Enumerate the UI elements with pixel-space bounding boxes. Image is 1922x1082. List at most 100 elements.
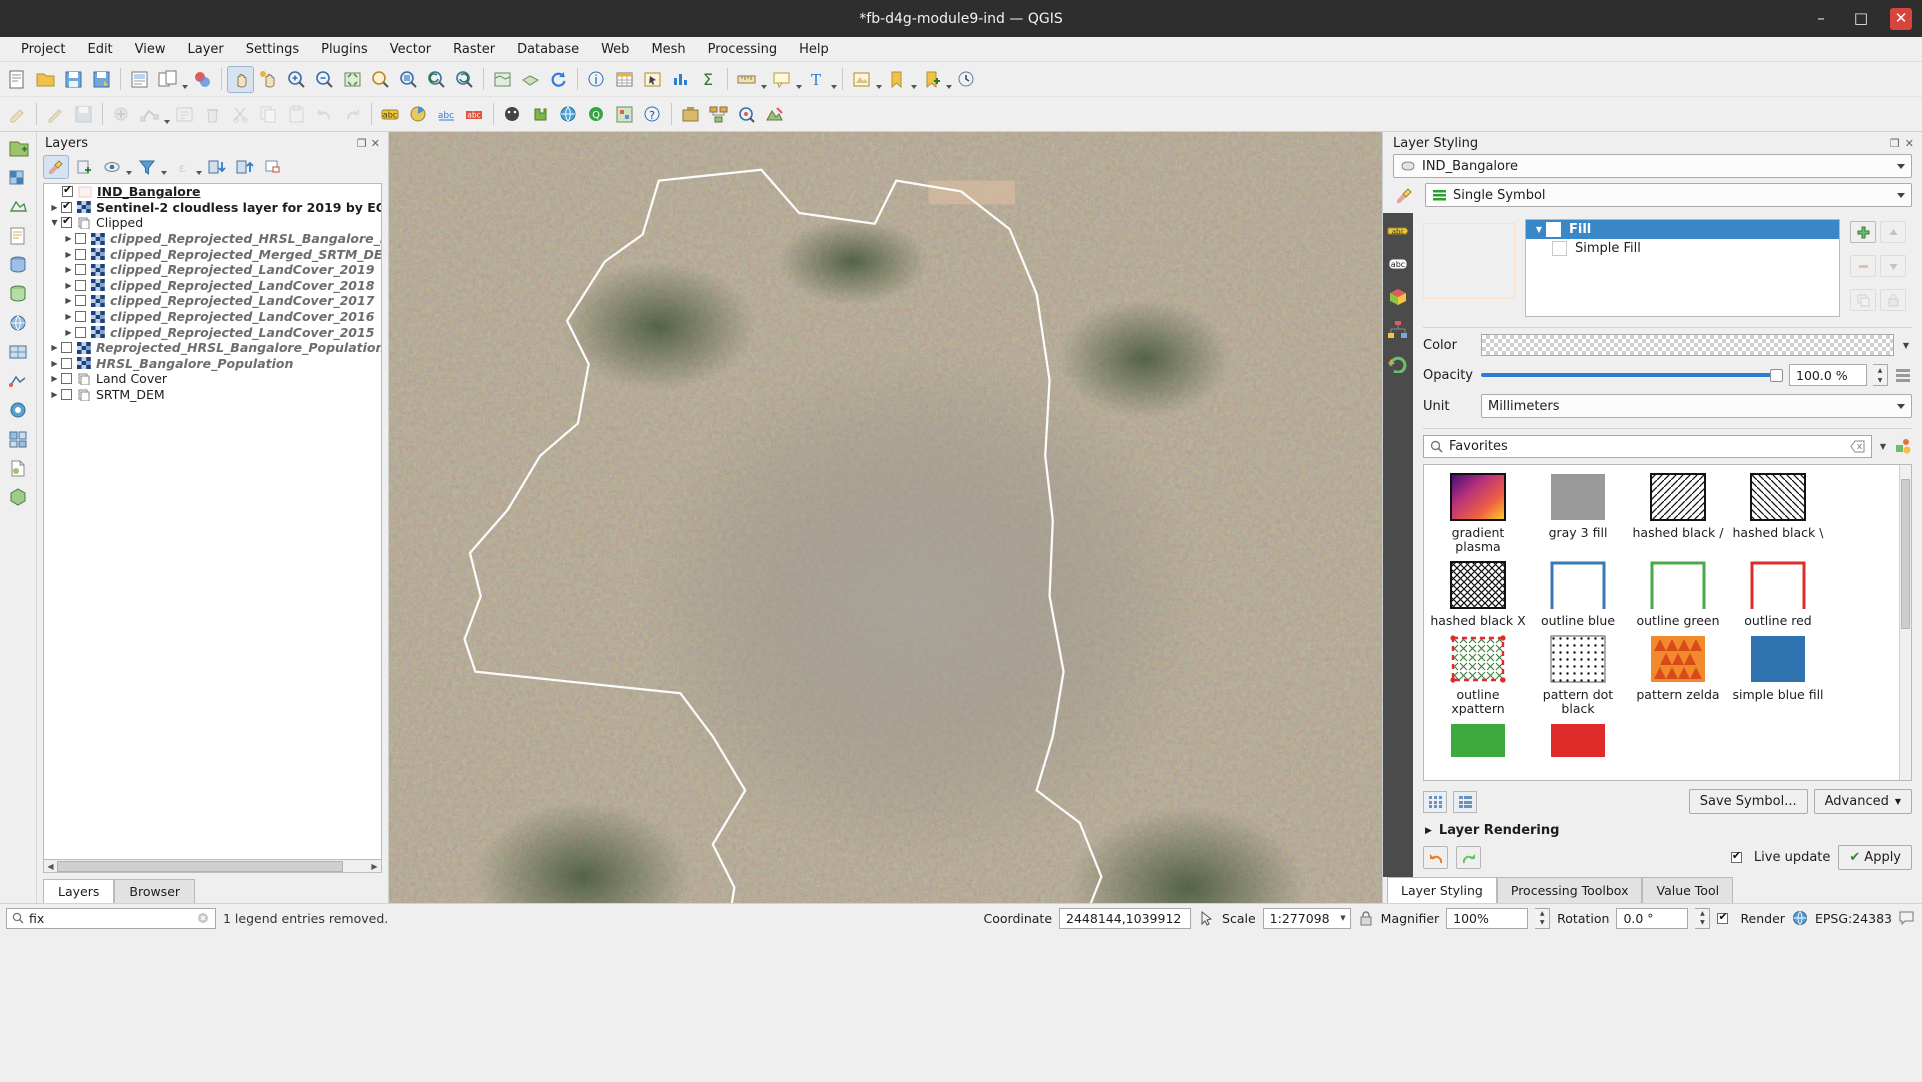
- layer-row-landcover-2017[interactable]: ▶ clipped_Reprojected_LandCover_2017: [44, 293, 381, 309]
- add-wms-layer-icon[interactable]: [4, 310, 33, 336]
- new-bookmark-icon[interactable]: [918, 66, 945, 93]
- gallery-item[interactable]: outline green: [1628, 561, 1728, 628]
- clear-search-icon[interactable]: [1850, 440, 1865, 453]
- vertex-tool-icon[interactable]: [136, 101, 163, 128]
- layer-visibility-checkbox[interactable]: [61, 199, 72, 213]
- move-up-button[interactable]: [1880, 221, 1906, 243]
- add-mesh-layer-icon[interactable]: [4, 194, 33, 220]
- menu-settings[interactable]: Settings: [235, 39, 310, 60]
- layer-visibility-checkbox[interactable]: [75, 279, 86, 291]
- style-manager-icon[interactable]: [1894, 438, 1912, 456]
- expand-arrow-icon[interactable]: ▶: [48, 390, 61, 399]
- gallery-item[interactable]: simple blue fill: [1728, 635, 1828, 716]
- scroll-thumb[interactable]: [1901, 479, 1910, 629]
- gallery-item[interactable]: outline blue: [1528, 561, 1628, 628]
- coordinate-input[interactable]: 2448144,1039912: [1059, 907, 1192, 929]
- show-bookmarks-icon[interactable]: [883, 66, 910, 93]
- layer-visibility-checkbox[interactable]: [62, 184, 73, 198]
- float-panel-icon[interactable]: ❐: [357, 137, 367, 150]
- open-layer-styling-panel-icon[interactable]: [43, 155, 69, 179]
- layer-visibility-checkbox[interactable]: [75, 326, 86, 338]
- select-by-location-icon[interactable]: [848, 66, 875, 93]
- redo-icon[interactable]: [339, 101, 366, 128]
- undo-icon[interactable]: [311, 101, 338, 128]
- add-vector-tile-layer-icon[interactable]: [4, 426, 33, 452]
- symbol-layer-tree[interactable]: ▼ Fill Simple Fill: [1525, 219, 1840, 317]
- python-console-icon[interactable]: [499, 101, 526, 128]
- collapse-arrow-icon[interactable]: ▼: [48, 218, 61, 227]
- layer-visibility-checkbox[interactable]: [61, 342, 72, 354]
- scroll-right-icon[interactable]: ▶: [368, 862, 381, 871]
- pan-map-icon[interactable]: [227, 65, 254, 93]
- remove-layer-icon[interactable]: [260, 155, 286, 179]
- select-features-icon[interactable]: [639, 66, 666, 93]
- layer-group-land-cover[interactable]: ▶ Land Cover: [44, 371, 381, 387]
- gallery-item[interactable]: hashed black /: [1628, 473, 1728, 554]
- layer-row-sentinel2[interactable]: ▶ Sentinel-2 cloudless layer for 2019 by…: [44, 199, 381, 216]
- identify-features-icon[interactable]: i: [583, 66, 610, 93]
- gallery-item[interactable]: outline xpattern: [1428, 635, 1528, 716]
- symbol-layer-simple-fill[interactable]: Simple Fill: [1526, 239, 1839, 258]
- new-map-view-icon[interactable]: [489, 66, 516, 93]
- symbol-search-input[interactable]: Favorites: [1423, 435, 1872, 458]
- new-print-layout-icon[interactable]: [126, 66, 153, 93]
- add-feature-icon[interactable]: [108, 101, 135, 128]
- semi-auto-classification-icon[interactable]: [611, 101, 638, 128]
- save-project-as-icon[interactable]: [88, 66, 115, 93]
- gallery-item[interactable]: hashed black \: [1728, 473, 1828, 554]
- filter-legend-by-expression-icon[interactable]: ε: [169, 155, 195, 179]
- live-update-checkbox[interactable]: [1730, 849, 1742, 863]
- redo-style-button[interactable]: [1456, 846, 1481, 869]
- value-tool-icon[interactable]: [761, 101, 788, 128]
- expand-arrow-icon[interactable]: ▶: [48, 359, 61, 368]
- processing-toolbox-icon[interactable]: [677, 101, 704, 128]
- quickmapservices-icon[interactable]: Q: [583, 101, 610, 128]
- menu-help[interactable]: Help: [788, 39, 840, 60]
- save-project-icon[interactable]: [60, 66, 87, 93]
- menu-plugins[interactable]: Plugins: [310, 39, 379, 60]
- gallery-item[interactable]: pattern zelda: [1628, 635, 1728, 716]
- locator-search-input[interactable]: fix: [6, 907, 216, 929]
- layer-tree-hscrollbar[interactable]: ◀ ▶: [43, 860, 382, 873]
- expand-arrow-icon[interactable]: ▶: [62, 296, 75, 305]
- save-layer-edits-icon[interactable]: [70, 101, 97, 128]
- highlight-pinned-labels-icon[interactable]: abc: [433, 101, 460, 128]
- open-attribute-table-icon[interactable]: [611, 66, 638, 93]
- layer-visibility-checkbox[interactable]: [75, 295, 86, 307]
- new-shapefile-layer-icon[interactable]: [4, 455, 33, 481]
- new-3d-map-view-icon[interactable]: [517, 66, 544, 93]
- add-arcgis-layer-icon[interactable]: [4, 397, 33, 423]
- gallery-scrollbar[interactable]: [1899, 465, 1911, 780]
- cut-features-icon[interactable]: [227, 101, 254, 128]
- measure-line-icon[interactable]: [733, 66, 760, 93]
- layer-row-landcover-2015[interactable]: ▶ clipped_Reprojected_LandCover_2015: [44, 324, 381, 340]
- expand-arrow-icon[interactable]: ▶: [62, 312, 75, 321]
- menu-view[interactable]: View: [124, 39, 177, 60]
- current-edits-icon[interactable]: [4, 101, 31, 128]
- expand-arrow-icon[interactable]: ▶: [48, 203, 61, 212]
- close-panel-icon[interactable]: ✕: [1905, 137, 1914, 150]
- gallery-item[interactable]: gradient plasma: [1428, 473, 1528, 554]
- tab-browser[interactable]: Browser: [114, 879, 196, 903]
- layer-row-landcover-2018[interactable]: ▶ clipped_Reprojected_LandCover_2018: [44, 278, 381, 294]
- magnifier-input[interactable]: 100%: [1446, 907, 1529, 929]
- expand-arrow-icon[interactable]: ▶: [62, 265, 75, 274]
- layer-selector-combo[interactable]: IND_Bangalore: [1393, 154, 1912, 178]
- new-geopackage-layer-icon[interactable]: [4, 484, 33, 510]
- clear-icon[interactable]: [196, 912, 210, 924]
- tab-value-tool[interactable]: Value Tool: [1642, 877, 1734, 903]
- messages-icon[interactable]: [1899, 911, 1916, 925]
- expand-arrow-icon[interactable]: ▶: [1425, 826, 1432, 836]
- opacity-slider[interactable]: [1481, 366, 1783, 384]
- graphical-modeler-icon[interactable]: [705, 101, 732, 128]
- 3d-view-icon[interactable]: [1387, 287, 1409, 307]
- zoom-last-icon[interactable]: [423, 66, 450, 93]
- move-down-button[interactable]: [1880, 255, 1906, 277]
- filter-legend-icon[interactable]: [134, 155, 160, 179]
- add-spatialite-layer-icon[interactable]: [4, 281, 33, 307]
- layer-tree[interactable]: IND_Bangalore ▶ Sentinel-2 cloudless lay…: [43, 183, 382, 860]
- new-project-icon[interactable]: [4, 66, 31, 93]
- gallery-item[interactable]: pattern dot black: [1528, 635, 1628, 716]
- gallery-item[interactable]: hashed black X: [1428, 561, 1528, 628]
- labels-icon[interactable]: abc: [1387, 221, 1409, 241]
